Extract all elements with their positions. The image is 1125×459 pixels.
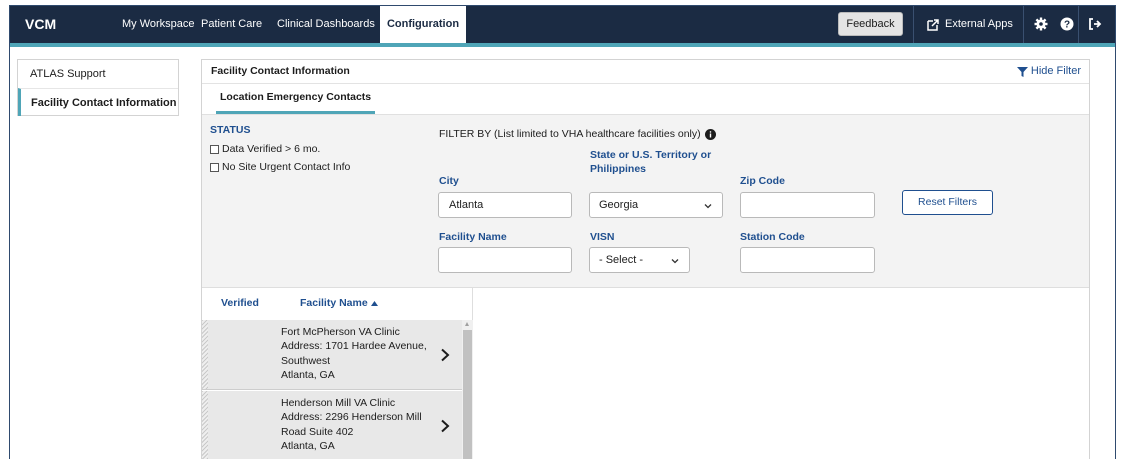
facility-name-label: Facility Name (439, 231, 507, 243)
column-header-label: Facility Name (300, 297, 368, 309)
table-row[interactable]: Fort McPherson VA Clinic Address: 1701 H… (202, 320, 462, 390)
facility-name: Henderson Mill VA Clinic (281, 397, 396, 409)
facility-address: Address: 1701 Hardee Avenue, (281, 340, 427, 353)
state-label-line2: Philippines (590, 163, 647, 175)
checkbox-data-verified[interactable]: Data Verified > 6 mo. (210, 143, 320, 155)
facility-address: Address: 2296 Henderson Mill (281, 411, 422, 424)
checkbox-label: No Site Urgent Contact Info (222, 161, 351, 173)
nav-accent-bar (10, 43, 1115, 47)
filter-panel: STATUS Data Verified > 6 mo. No Site Urg… (202, 114, 1089, 288)
facility-name-input[interactable] (438, 247, 572, 273)
hide-filter-label: Hide Filter (1030, 65, 1081, 77)
nav-my-workspace[interactable]: My Workspace (122, 6, 195, 43)
results-list: Fort McPherson VA Clinic Address: 1701 H… (202, 320, 473, 459)
state-label-line1: State or U.S. Territory or (590, 149, 712, 161)
nav-divider (913, 6, 914, 43)
chevron-right-icon[interactable] (440, 348, 450, 362)
status-title: STATUS (210, 124, 251, 136)
column-header-verified[interactable]: Verified (221, 297, 259, 309)
nav-configuration[interactable]: Configuration (380, 6, 466, 43)
visn-select[interactable]: - Select - (589, 247, 690, 273)
nav-divider (1078, 6, 1079, 43)
facility-city-state: Atlanta, GA (281, 368, 335, 381)
facility-address-line2: Southwest (281, 354, 331, 367)
station-code-label: Station Code (740, 231, 805, 243)
external-link-icon (927, 18, 939, 31)
external-apps-label: External Apps (945, 18, 1013, 30)
hide-filter-link[interactable]: Hide Filter (1016, 60, 1081, 83)
station-code-input[interactable] (740, 247, 875, 273)
sidebar-item-atlas-support[interactable]: ATLAS Support (18, 60, 178, 88)
checkbox[interactable] (210, 162, 219, 172)
row-drag-handle (202, 320, 208, 389)
checkbox-label: Data Verified > 6 mo. (222, 143, 321, 155)
visn-label: VISN (590, 231, 615, 243)
scroll-up-icon[interactable] (465, 322, 469, 326)
feedback-button[interactable]: Feedback (838, 12, 903, 36)
app-frame: VCM My Workspace Patient Care Clinical D… (9, 5, 1116, 459)
filter-icon (1016, 66, 1028, 77)
row-drag-handle (202, 391, 208, 459)
external-apps-link[interactable]: External Apps (927, 6, 1013, 43)
city-label: City (439, 175, 459, 187)
svg-text:?: ? (1064, 20, 1070, 31)
state-label: State or U.S. Territory or Philippines (590, 148, 711, 176)
help-icon[interactable]: ? (1058, 15, 1076, 33)
chevron-right-icon[interactable] (440, 419, 450, 433)
facility-address-line2: Road Suite 402 (281, 425, 354, 438)
state-select-value: Georgia (599, 199, 639, 211)
sidebar: ATLAS Support Facility Contact Informati… (17, 59, 179, 116)
facility-city-state: Atlanta, GA (281, 439, 335, 452)
info-icon[interactable] (704, 128, 716, 140)
city-input[interactable]: Atlanta (438, 192, 572, 218)
results-table: Verified Facility Name Fort McPherson VA… (202, 288, 473, 459)
filter-by-label: FILTER BY (List limited to VHA healthcar… (439, 128, 701, 140)
row-text: Henderson Mill VA Clinic Address: 2296 H… (281, 396, 441, 453)
results-scrollbar[interactable] (462, 320, 473, 459)
tab-location-emergency-contacts[interactable]: Location Emergency Contacts (216, 84, 376, 114)
sort-ascending-icon (370, 300, 378, 306)
app-brand[interactable]: VCM (25, 6, 56, 43)
logout-icon[interactable] (1086, 15, 1104, 33)
main-header: Facility Contact Information Hide Filter (202, 60, 1089, 84)
table-row[interactable]: Henderson Mill VA Clinic Address: 2296 H… (202, 391, 462, 459)
visn-select-value: - Select - (599, 254, 644, 266)
column-header-facility-name[interactable]: Facility Name (300, 297, 378, 309)
filter-by-heading: FILTER BY (List limited to VHA healthcar… (439, 128, 716, 140)
nav-patient-care[interactable]: Patient Care (201, 6, 262, 43)
main-panel: Facility Contact Information Hide Filter… (201, 59, 1090, 459)
zip-input[interactable] (740, 192, 875, 218)
checkbox[interactable] (210, 144, 219, 154)
tab-row: Location Emergency Contacts (202, 84, 1089, 114)
state-select[interactable]: Georgia (589, 192, 723, 218)
nav-divider (1023, 6, 1024, 43)
chevron-down-icon (671, 259, 679, 264)
nav-clinical-dashboards[interactable]: Clinical Dashboards (277, 6, 375, 43)
top-navbar: VCM My Workspace Patient Care Clinical D… (10, 6, 1115, 43)
reset-filters-button[interactable]: Reset Filters (902, 190, 993, 215)
facility-name: Fort McPherson VA Clinic (281, 326, 400, 338)
checkbox-no-site-urgent-contact[interactable]: No Site Urgent Contact Info (210, 161, 350, 173)
zip-label: Zip Code (740, 175, 785, 187)
page-title: Facility Contact Information (211, 65, 350, 77)
settings-icon[interactable] (1032, 15, 1050, 33)
chevron-down-icon (704, 204, 712, 209)
sidebar-item-facility-contact-information[interactable]: Facility Contact Information (18, 88, 178, 116)
scroll-thumb[interactable] (463, 330, 472, 459)
row-text: Fort McPherson VA Clinic Address: 1701 H… (281, 325, 441, 382)
